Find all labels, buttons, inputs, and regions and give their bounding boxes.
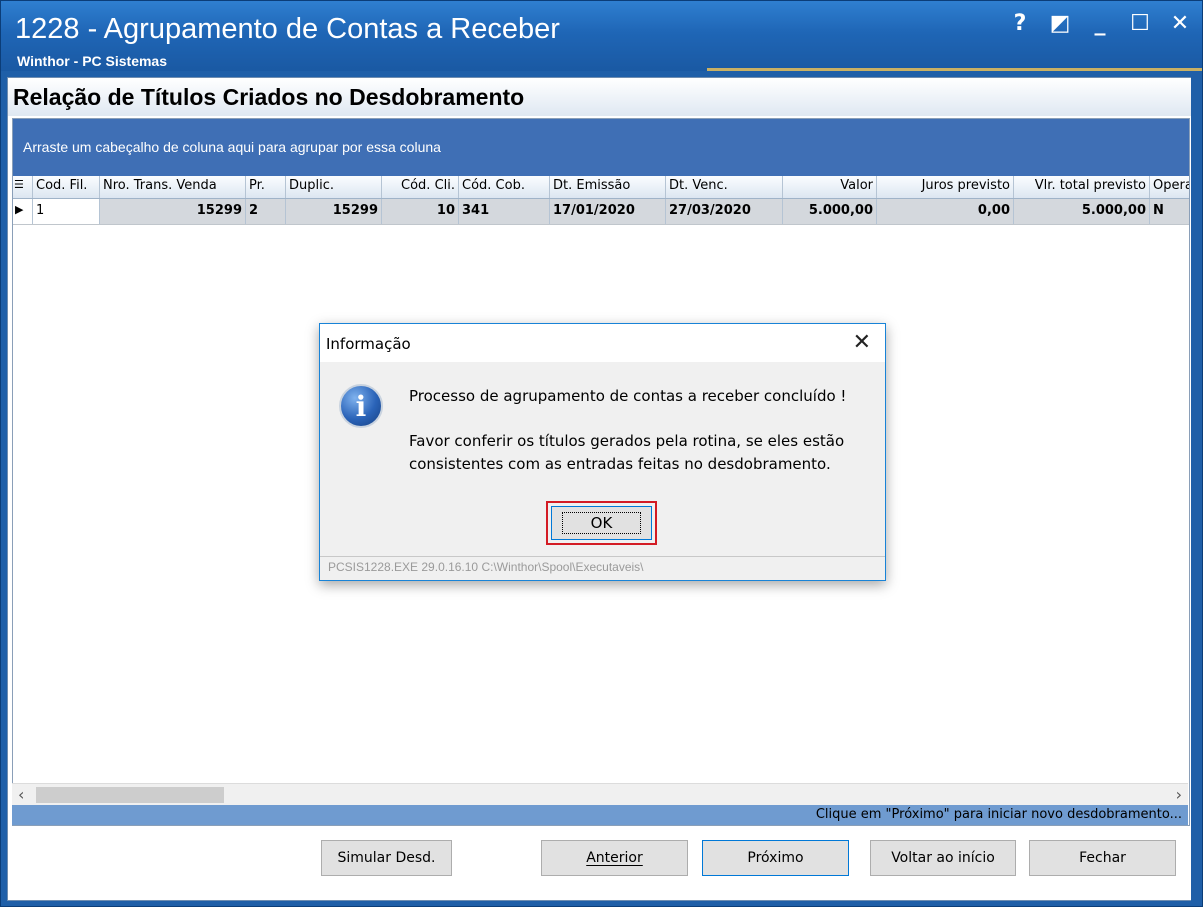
voltar-ao-inicio-button[interactable]: Voltar ao início — [870, 840, 1016, 876]
maximize-icon[interactable]: ☐ — [1130, 11, 1150, 36]
col-header-dt-emissao[interactable]: Dt. Emissão — [550, 176, 666, 198]
cell-pr[interactable]: 2 — [246, 199, 286, 224]
col-header-opera[interactable]: Opera — [1150, 176, 1189, 198]
dialog-footer: PCSIS1228.EXE 29.0.16.10 C:\Winthor\Spoo… — [320, 556, 885, 581]
proximo-button[interactable]: Próximo — [702, 840, 849, 876]
col-header-valor[interactable]: Valor — [783, 176, 877, 198]
window-controls: ? ◩ _ ☐ ✕ — [1010, 11, 1190, 36]
ok-highlight-frame: OK — [546, 501, 657, 545]
cell-cod-fil[interactable]: 1 — [33, 199, 100, 224]
anterior-button[interactable]: Anterior — [541, 840, 688, 876]
col-header-juros-previsto[interactable]: Juros previsto — [877, 176, 1014, 198]
ok-button[interactable]: OK — [551, 506, 652, 540]
col-header-cod-cli[interactable]: Cód. Cli. — [382, 176, 459, 198]
dialog-close-icon[interactable]: ✕ — [853, 330, 871, 355]
cell-duplic[interactable]: 15299 — [286, 199, 382, 224]
dialog-title-bar: Informação ✕ — [320, 324, 885, 362]
cell-opera[interactable]: N — [1150, 199, 1189, 224]
cell-valor[interactable]: 5.000,00 — [783, 199, 877, 224]
scroll-right-icon[interactable]: › — [1176, 785, 1182, 804]
title-accent-line — [707, 68, 1202, 71]
column-header-row: ☰ Cod. Fil. Nro. Trans. Venda Pr. Duplic… — [13, 176, 1189, 199]
ok-button-label: OK — [561, 512, 642, 534]
simular-desd-button[interactable]: Simular Desd. — [321, 840, 452, 876]
cell-dt-venc[interactable]: 27/03/2020 — [666, 199, 783, 224]
dialog-message-line1: Favor conferir os títulos gerados pela r… — [409, 432, 845, 450]
window-title: 1228 - Agrupamento de Contas a Receber — [15, 13, 560, 45]
cell-vlr-total-previsto[interactable]: 5.000,00 — [1014, 199, 1150, 224]
col-header-pr[interactable]: Pr. — [246, 176, 286, 198]
dialog-message-line2: consistentes com as entradas feitas no d… — [409, 455, 831, 473]
col-header-nro-trans-venda[interactable]: Nro. Trans. Venda — [100, 176, 246, 198]
col-header-vlr-total-previsto[interactable]: Vlr. total previsto — [1014, 176, 1150, 198]
cell-cod-cob[interactable]: 341 — [459, 199, 550, 224]
fechar-button[interactable]: Fechar — [1029, 840, 1176, 876]
restore-icon[interactable]: ◩ — [1050, 11, 1071, 36]
cell-nro-trans-venda[interactable]: 15299 — [100, 199, 246, 224]
minimize-icon[interactable]: _ — [1090, 11, 1110, 36]
row-indicator-icon: ▶ — [13, 199, 33, 224]
col-header-cod-cob[interactable]: Cód. Cob. — [459, 176, 550, 198]
scroll-thumb[interactable] — [36, 787, 224, 803]
group-by-hint: Arraste um cabeçalho de coluna aqui para… — [23, 139, 441, 155]
window-subtitle: Winthor - PC Sistemas — [17, 53, 168, 69]
dialog-footer-path: PCSIS1228.EXE 29.0.16.10 C:\Winthor\Spoo… — [328, 560, 644, 574]
dialog-title: Informação — [326, 335, 411, 353]
cell-juros-previsto[interactable]: 0,00 — [877, 199, 1014, 224]
close-icon[interactable]: ✕ — [1170, 11, 1190, 36]
col-header-cod-fil[interactable]: Cod. Fil. — [33, 176, 100, 198]
dialog-message-primary: Processo de agrupamento de contas a rece… — [409, 387, 847, 405]
horizontal-scrollbar[interactable]: ‹ › — [12, 783, 1188, 806]
page-heading-bar: Relação de Títulos Criados no Desdobrame… — [8, 78, 1192, 116]
title-bar: 1228 - Agrupamento de Contas a Receber W… — [1, 1, 1202, 71]
table-row[interactable]: ▶ 1 15299 2 15299 10 341 17/01/2020 27/0… — [13, 199, 1189, 225]
col-header-duplic[interactable]: Duplic. — [286, 176, 382, 198]
cell-cod-cli[interactable]: 10 — [382, 199, 459, 224]
cell-dt-emissao[interactable]: 17/01/2020 — [550, 199, 666, 224]
status-text: Clique em "Próximo" para iniciar novo de… — [815, 807, 1182, 822]
page-title: Relação de Títulos Criados no Desdobrame… — [13, 84, 525, 110]
help-icon[interactable]: ? — [1010, 11, 1030, 36]
information-dialog: Informação ✕ i Processo de agrupamento d… — [319, 323, 886, 581]
status-bar: Clique em "Próximo" para iniciar novo de… — [12, 805, 1188, 825]
col-header-dt-venc[interactable]: Dt. Venc. — [666, 176, 783, 198]
window-edge — [1191, 77, 1201, 901]
info-icon: i — [339, 384, 383, 428]
scroll-left-icon[interactable]: ‹ — [18, 785, 24, 804]
column-chooser-icon[interactable]: ☰ — [13, 176, 33, 198]
group-by-panel[interactable]: Arraste um cabeçalho de coluna aqui para… — [13, 119, 1189, 176]
